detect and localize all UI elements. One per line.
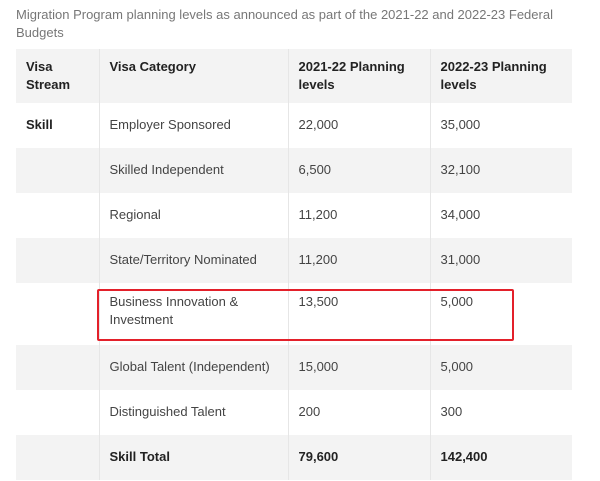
- cell-2021-22: 11,200: [287, 193, 430, 238]
- cell-category-total: Skill Total: [98, 435, 288, 480]
- cell-2021-22: 11,200: [287, 238, 430, 283]
- planning-levels-table: Visa Stream Visa Category 2021-22 Planni…: [16, 49, 572, 480]
- cell-category: Skilled Independent: [98, 148, 288, 193]
- header-visa-category: Visa Category: [98, 49, 288, 103]
- cell-2022-23: 300: [429, 390, 572, 435]
- cell-stream: [16, 435, 99, 480]
- header-2021-22: 2021-22 Planning levels: [287, 49, 430, 103]
- table-row: Global Talent (Independent) 15,000 5,000: [16, 345, 572, 390]
- cell-stream: [16, 148, 99, 193]
- cell-2021-22: 6,500: [287, 148, 430, 193]
- cell-2021-22: 200: [287, 390, 430, 435]
- cell-2022-23: 5,000: [429, 345, 572, 390]
- table-caption: Migration Program planning levels as ann…: [16, 7, 553, 40]
- cell-2022-23: 35,000: [429, 103, 572, 148]
- table-row: Skill Employer Sponsored 22,000 35,000: [16, 103, 572, 148]
- cell-2022-23: 34,000: [429, 193, 572, 238]
- cell-stream: [16, 283, 99, 345]
- table-row: Skilled Independent 6,500 32,100: [16, 148, 572, 193]
- cell-2022-23: 5,000: [429, 283, 572, 345]
- cell-stream: [16, 193, 99, 238]
- cell-2021-22: 13,500: [287, 283, 430, 345]
- table-row: Distinguished Talent 200 300: [16, 390, 572, 435]
- cell-stream: [16, 390, 99, 435]
- header-2022-23: 2022-23 Planning levels: [429, 49, 572, 103]
- table-row: Regional 11,200 34,000: [16, 193, 572, 238]
- table-header-row: Visa Stream Visa Category 2021-22 Planni…: [16, 49, 572, 103]
- table-row: State/Territory Nominated 11,200 31,000: [16, 238, 572, 283]
- cell-stream: Skill: [26, 117, 53, 132]
- cell-2022-23: 32,100: [429, 148, 572, 193]
- cell-category: Global Talent (Independent): [98, 345, 288, 390]
- table-row-total: Skill Total 79,600 142,400: [16, 435, 572, 480]
- cell-2021-22: 22,000: [287, 103, 430, 148]
- cell-category: Distinguished Talent: [98, 390, 288, 435]
- cell-stream: [16, 238, 99, 283]
- cell-category: Business Innovation & Investment: [98, 283, 288, 345]
- cell-2022-23-total: 142,400: [429, 435, 572, 480]
- cell-2021-22-total: 79,600: [287, 435, 430, 480]
- cell-stream: [16, 345, 99, 390]
- header-visa-stream: Visa Stream: [26, 59, 71, 92]
- cell-2022-23: 31,000: [429, 238, 572, 283]
- cell-category: Regional: [98, 193, 288, 238]
- table-row-highlighted: Business Innovation & Investment 13,500 …: [16, 283, 572, 345]
- cell-category: Employer Sponsored: [98, 103, 288, 148]
- cell-category: State/Territory Nominated: [98, 238, 288, 283]
- cell-2021-22: 15,000: [287, 345, 430, 390]
